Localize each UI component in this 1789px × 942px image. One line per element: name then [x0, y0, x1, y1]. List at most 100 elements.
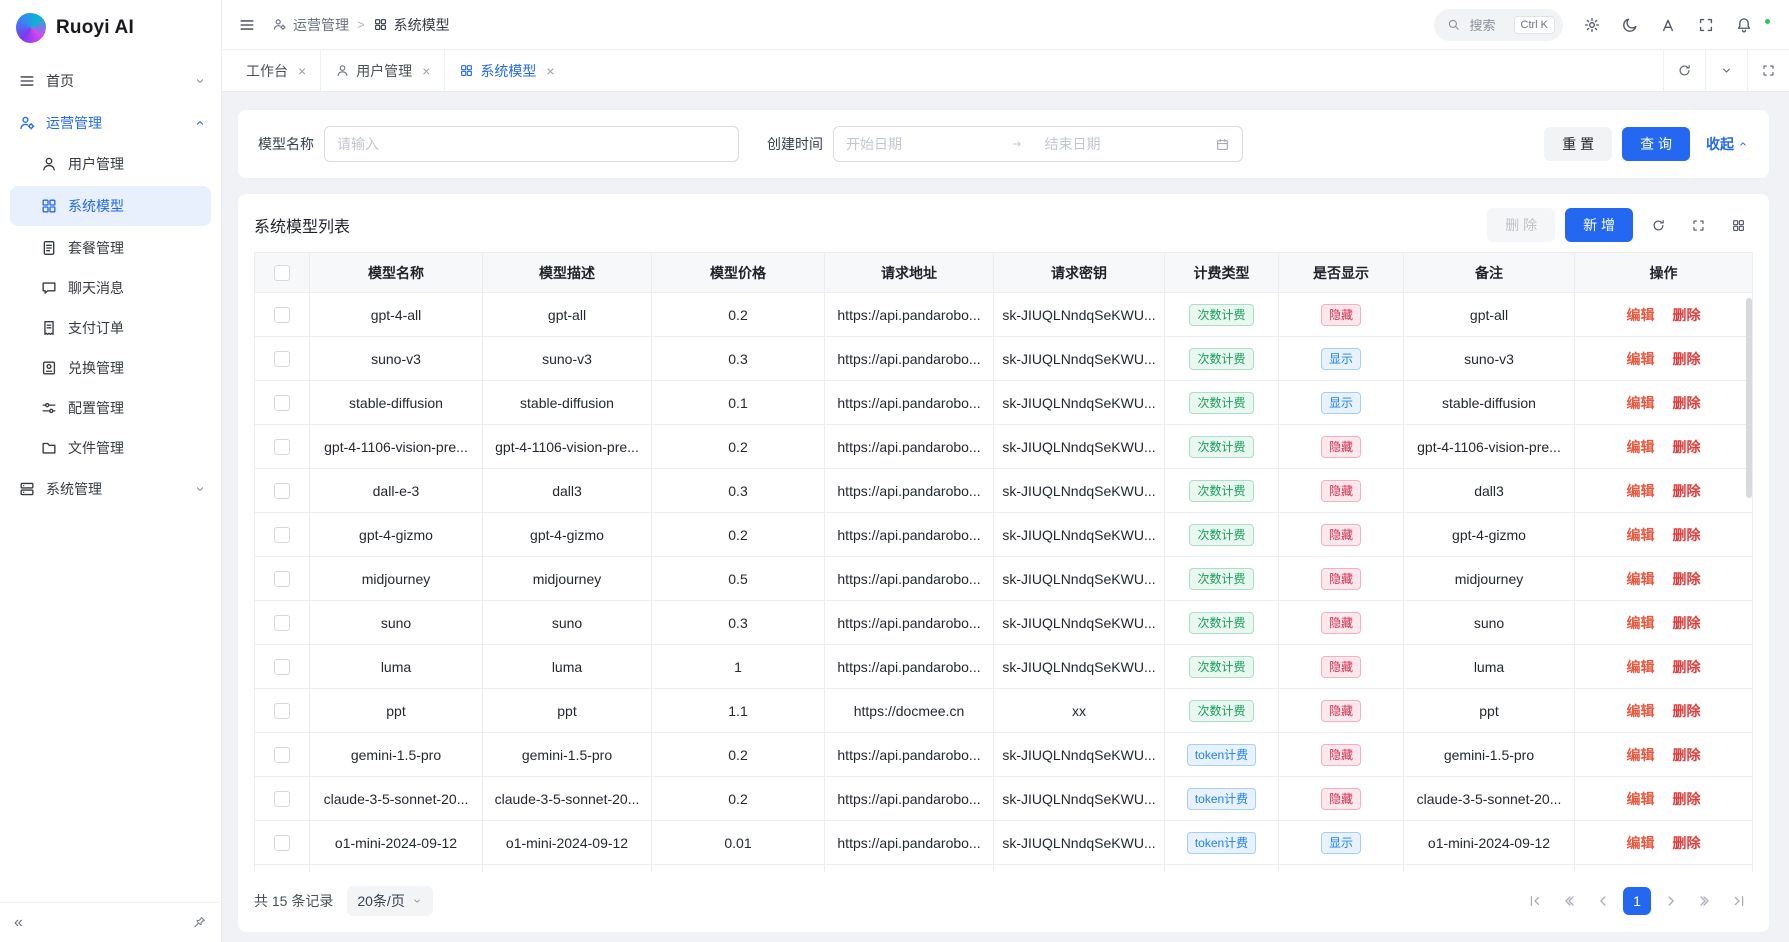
- notifications-button[interactable]: [1727, 8, 1761, 42]
- delete-link[interactable]: 删除: [1673, 791, 1701, 807]
- sidebar-item-chat-messages[interactable]: 聊天消息: [0, 268, 221, 308]
- table-scrollbar[interactable]: [1746, 298, 1752, 498]
- edit-link[interactable]: 编辑: [1627, 791, 1655, 807]
- model-name-input[interactable]: [324, 126, 739, 162]
- sidebar-collapse-button[interactable]: «: [14, 914, 23, 932]
- close-icon[interactable]: ×: [298, 63, 306, 79]
- date-range-input[interactable]: 开始日期 结束日期: [833, 126, 1243, 162]
- sidebar-item-label: 系统管理: [46, 479, 102, 499]
- edit-link[interactable]: 编辑: [1627, 439, 1655, 455]
- delete-link[interactable]: 删除: [1673, 747, 1701, 763]
- edit-link[interactable]: 编辑: [1627, 659, 1655, 675]
- hamburger-menu-icon[interactable]: [238, 16, 256, 34]
- delete-link[interactable]: 删除: [1673, 615, 1701, 631]
- delete-link[interactable]: 删除: [1673, 571, 1701, 587]
- sidebar-item-package-mgmt[interactable]: 套餐管理: [0, 228, 221, 268]
- delete-link[interactable]: 删除: [1673, 659, 1701, 675]
- row-checkbox[interactable]: [274, 615, 290, 631]
- fullscreen-button[interactable]: [1689, 8, 1723, 42]
- language-button[interactable]: [1651, 8, 1685, 42]
- tab-workbench[interactable]: 工作台×: [232, 50, 320, 91]
- table-row: gemini-1.5-progemini-1.5-pro0.2https://a…: [255, 733, 1753, 777]
- close-icon[interactable]: ×: [422, 63, 430, 79]
- cell-url: https://api.pandarobo...: [825, 821, 994, 865]
- row-checkbox[interactable]: [274, 571, 290, 587]
- edit-link[interactable]: 编辑: [1627, 703, 1655, 719]
- row-checkbox[interactable]: [274, 351, 290, 367]
- sidebar-item-exchange-mgmt[interactable]: 兑换管理: [0, 348, 221, 388]
- delete-link[interactable]: 删除: [1673, 835, 1701, 851]
- sidebar-item-home[interactable]: 首页: [0, 60, 221, 102]
- page-size-select[interactable]: 20条/页: [347, 886, 432, 916]
- pin-icon[interactable]: [192, 915, 207, 930]
- edit-link[interactable]: 编辑: [1627, 351, 1655, 367]
- tab-menu-button[interactable]: [1705, 50, 1747, 91]
- next-page-button[interactable]: [1657, 887, 1685, 915]
- row-checkbox[interactable]: [274, 703, 290, 719]
- cell-billing: 次数计费: [1165, 381, 1279, 425]
- edit-link[interactable]: 编辑: [1627, 527, 1655, 543]
- add-button[interactable]: 新 增: [1565, 208, 1633, 242]
- sidebar-item-system-mgmt[interactable]: 系统管理: [0, 468, 221, 510]
- next-group-button[interactable]: [1691, 887, 1719, 915]
- breadcrumb-item-system-model[interactable]: 系统模型: [373, 15, 450, 35]
- sidebar-item-config-mgmt[interactable]: 配置管理: [0, 388, 221, 428]
- edit-link[interactable]: 编辑: [1627, 395, 1655, 411]
- cell-visible: 隐藏: [1279, 777, 1404, 821]
- table-wrapper: 模型名称模型描述模型价格请求地址请求密钥计费类型是否显示备注操作gpt-4-al…: [254, 252, 1753, 872]
- refresh-tab-button[interactable]: [1663, 50, 1705, 91]
- sidebar-item-file-mgmt[interactable]: 文件管理: [0, 428, 221, 468]
- delete-link[interactable]: 删除: [1673, 395, 1701, 411]
- row-checkbox[interactable]: [274, 483, 290, 499]
- refresh-table-button[interactable]: [1643, 210, 1673, 240]
- query-button[interactable]: 查 询: [1622, 127, 1690, 161]
- breadcrumb-item-operations[interactable]: 运营管理: [272, 15, 349, 35]
- page-number-button[interactable]: 1: [1623, 887, 1651, 915]
- prev-group-button[interactable]: [1555, 887, 1583, 915]
- cell-billing: token计费: [1165, 733, 1279, 777]
- last-page-button[interactable]: [1725, 887, 1753, 915]
- close-icon[interactable]: ×: [546, 63, 554, 79]
- edit-link[interactable]: 编辑: [1627, 483, 1655, 499]
- fullscreen-table-button[interactable]: [1683, 210, 1713, 240]
- breadcrumb-label: 运营管理: [293, 15, 349, 35]
- search-box[interactable]: 搜索 Ctrl K: [1434, 9, 1563, 41]
- row-checkbox[interactable]: [274, 791, 290, 807]
- settings-button[interactable]: [1575, 8, 1609, 42]
- edit-link[interactable]: 编辑: [1627, 835, 1655, 851]
- delete-link[interactable]: 删除: [1673, 307, 1701, 323]
- row-checkbox[interactable]: [274, 659, 290, 675]
- delete-link[interactable]: 删除: [1673, 483, 1701, 499]
- column-settings-button[interactable]: [1723, 210, 1753, 240]
- dark-mode-button[interactable]: [1613, 8, 1647, 42]
- maximize-content-button[interactable]: [1747, 50, 1789, 91]
- tab-user-mgmt[interactable]: 用户管理×: [320, 50, 444, 91]
- row-checkbox[interactable]: [274, 835, 290, 851]
- prev-page-button[interactable]: [1589, 887, 1617, 915]
- sidebar-item-payment-orders[interactable]: 支付订单: [0, 308, 221, 348]
- delete-link[interactable]: 删除: [1673, 527, 1701, 543]
- collapse-filter-link[interactable]: 收起: [1706, 134, 1749, 154]
- column-header: 是否显示: [1279, 253, 1404, 293]
- delete-link[interactable]: 删除: [1673, 703, 1701, 719]
- sidebar-item-system-model[interactable]: 系统模型: [10, 186, 211, 226]
- edit-link[interactable]: 编辑: [1627, 571, 1655, 587]
- delete-link[interactable]: 删除: [1673, 439, 1701, 455]
- row-checkbox[interactable]: [274, 395, 290, 411]
- cell-visible: 隐藏: [1279, 469, 1404, 513]
- edit-link[interactable]: 编辑: [1627, 615, 1655, 631]
- row-checkbox[interactable]: [274, 527, 290, 543]
- edit-link[interactable]: 编辑: [1627, 307, 1655, 323]
- sidebar-item-operations[interactable]: 运营管理: [0, 102, 221, 144]
- sidebar-item-user-mgmt[interactable]: 用户管理: [0, 144, 221, 184]
- row-checkbox[interactable]: [274, 307, 290, 323]
- tab-system-model[interactable]: 系统模型×: [444, 50, 568, 91]
- reset-button[interactable]: 重 置: [1544, 127, 1612, 161]
- row-checkbox[interactable]: [274, 747, 290, 763]
- row-checkbox[interactable]: [274, 439, 290, 455]
- edit-link[interactable]: 编辑: [1627, 747, 1655, 763]
- delete-button[interactable]: 删 除: [1487, 208, 1555, 242]
- delete-link[interactable]: 删除: [1673, 351, 1701, 367]
- first-page-button[interactable]: [1521, 887, 1549, 915]
- select-all-checkbox[interactable]: [274, 265, 290, 281]
